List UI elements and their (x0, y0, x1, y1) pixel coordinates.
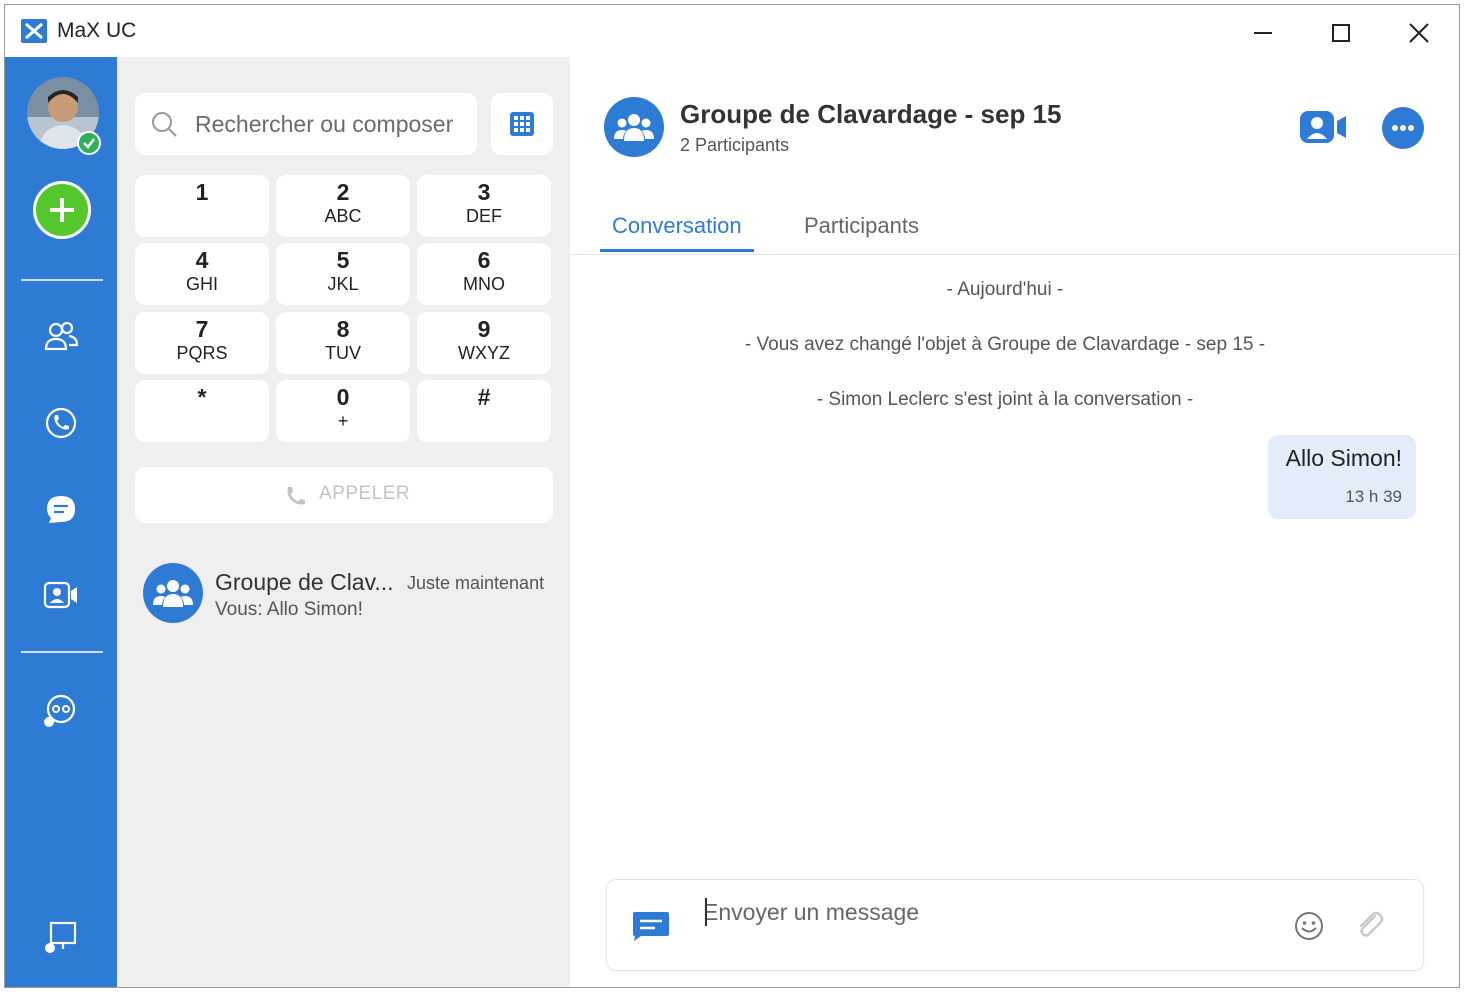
conversation-time: Juste maintenant (407, 573, 545, 593)
key-0[interactable]: 0 + (276, 380, 410, 442)
key-9[interactable]: 9 WXYZ (417, 312, 551, 374)
search-phone-icon (152, 112, 177, 137)
conversation-name: Groupe de Clav... (215, 569, 394, 595)
key-1[interactable]: 1 (135, 175, 269, 237)
dialpad-toggle-button[interactable] (491, 93, 553, 155)
video-meeting-icon[interactable] (39, 573, 83, 617)
dialer-panel: 1 2ABC 3DEF 4GHI 5JKL 6MNO 7PQRS 8TUV 9W… (117, 57, 570, 987)
conversation-preview: Vous: Allo Simon! (215, 599, 363, 620)
video-call-icon (1300, 111, 1346, 143)
dialpad-icon (510, 112, 534, 136)
title-bar: MaX UC (5, 5, 1459, 57)
chat-icon[interactable] (39, 487, 83, 531)
conversation-list-item[interactable]: Groupe de Clav... Juste maintenant Vous:… (135, 555, 555, 635)
more-options-button[interactable] (1382, 107, 1424, 149)
message-input[interactable] (703, 894, 1263, 930)
app-logo-icon (21, 19, 47, 43)
close-button[interactable] (1399, 13, 1439, 53)
system-message: - Aujourd'hui - (946, 279, 1064, 300)
message-bubble[interactable]: Allo Simon! 13 h 39 (1268, 435, 1416, 519)
call-button-label: APPELER (319, 483, 411, 504)
key-4[interactable]: 4 GHI (135, 243, 269, 305)
online-status-icon (77, 131, 101, 155)
screen-share-icon[interactable] (39, 915, 83, 959)
key-6[interactable]: 6 MNO (417, 243, 551, 305)
app-title: MaX UC (57, 19, 137, 42)
group-avatar (143, 563, 203, 623)
new-action-button[interactable] (33, 181, 91, 239)
video-call-button[interactable] (1298, 107, 1348, 147)
active-tab-indicator (600, 249, 754, 252)
search-input[interactable] (195, 93, 465, 155)
rail-divider (21, 279, 103, 281)
chat-title: Groupe de Clavardage - sep 15 (680, 99, 1062, 129)
phone-icon[interactable] (39, 401, 83, 445)
chat-tabs: Conversation Participants (570, 205, 1459, 255)
attachment-icon[interactable] (1353, 908, 1387, 942)
key-star[interactable]: * (135, 380, 269, 442)
message-time: 13 h 39 (1345, 487, 1402, 506)
key-8[interactable]: 8 TUV (276, 312, 410, 374)
contacts-icon[interactable] (39, 315, 83, 359)
system-message: - Simon Leclerc s'est joint à la convers… (816, 389, 1194, 410)
message-icon (631, 910, 671, 942)
key-hash[interactable]: # (417, 380, 551, 442)
group-icon (153, 580, 193, 607)
emoji-icon[interactable] (1293, 910, 1325, 942)
key-7[interactable]: 7 PQRS (135, 312, 269, 374)
group-icon (614, 114, 654, 141)
maximize-button[interactable] (1321, 13, 1361, 53)
app-window: MaX UC Rechercher ou composer 1 2 ABC 3 … (4, 4, 1460, 988)
voicemail-icon[interactable] (39, 689, 83, 733)
key-5[interactable]: 5 JKL (276, 243, 410, 305)
chat-group-avatar (604, 97, 664, 157)
key-2[interactable]: 2 ABC (276, 175, 410, 237)
tab-participants[interactable]: Participants (804, 213, 919, 239)
navigation-rail (5, 57, 117, 987)
chat-panel: Groupe de Clavardage - sep 15 2 Particip… (570, 57, 1459, 987)
message-composer (606, 879, 1424, 971)
text-caret (705, 898, 707, 926)
search-box (135, 93, 477, 155)
more-icon (1392, 125, 1414, 131)
phone-handset-icon (287, 487, 305, 505)
call-button[interactable]: APPELER (135, 467, 553, 523)
message-text: Allo Simon! (1285, 445, 1402, 471)
key-3[interactable]: 3 DEF (417, 175, 551, 237)
minimize-button[interactable] (1243, 13, 1283, 53)
chat-participant-count: 2 Participants (680, 135, 790, 155)
system-message: - Vous avez changé l'objet à Groupe de C… (744, 334, 1266, 355)
rail-divider (21, 651, 103, 653)
tab-conversation[interactable]: Conversation (612, 213, 742, 239)
